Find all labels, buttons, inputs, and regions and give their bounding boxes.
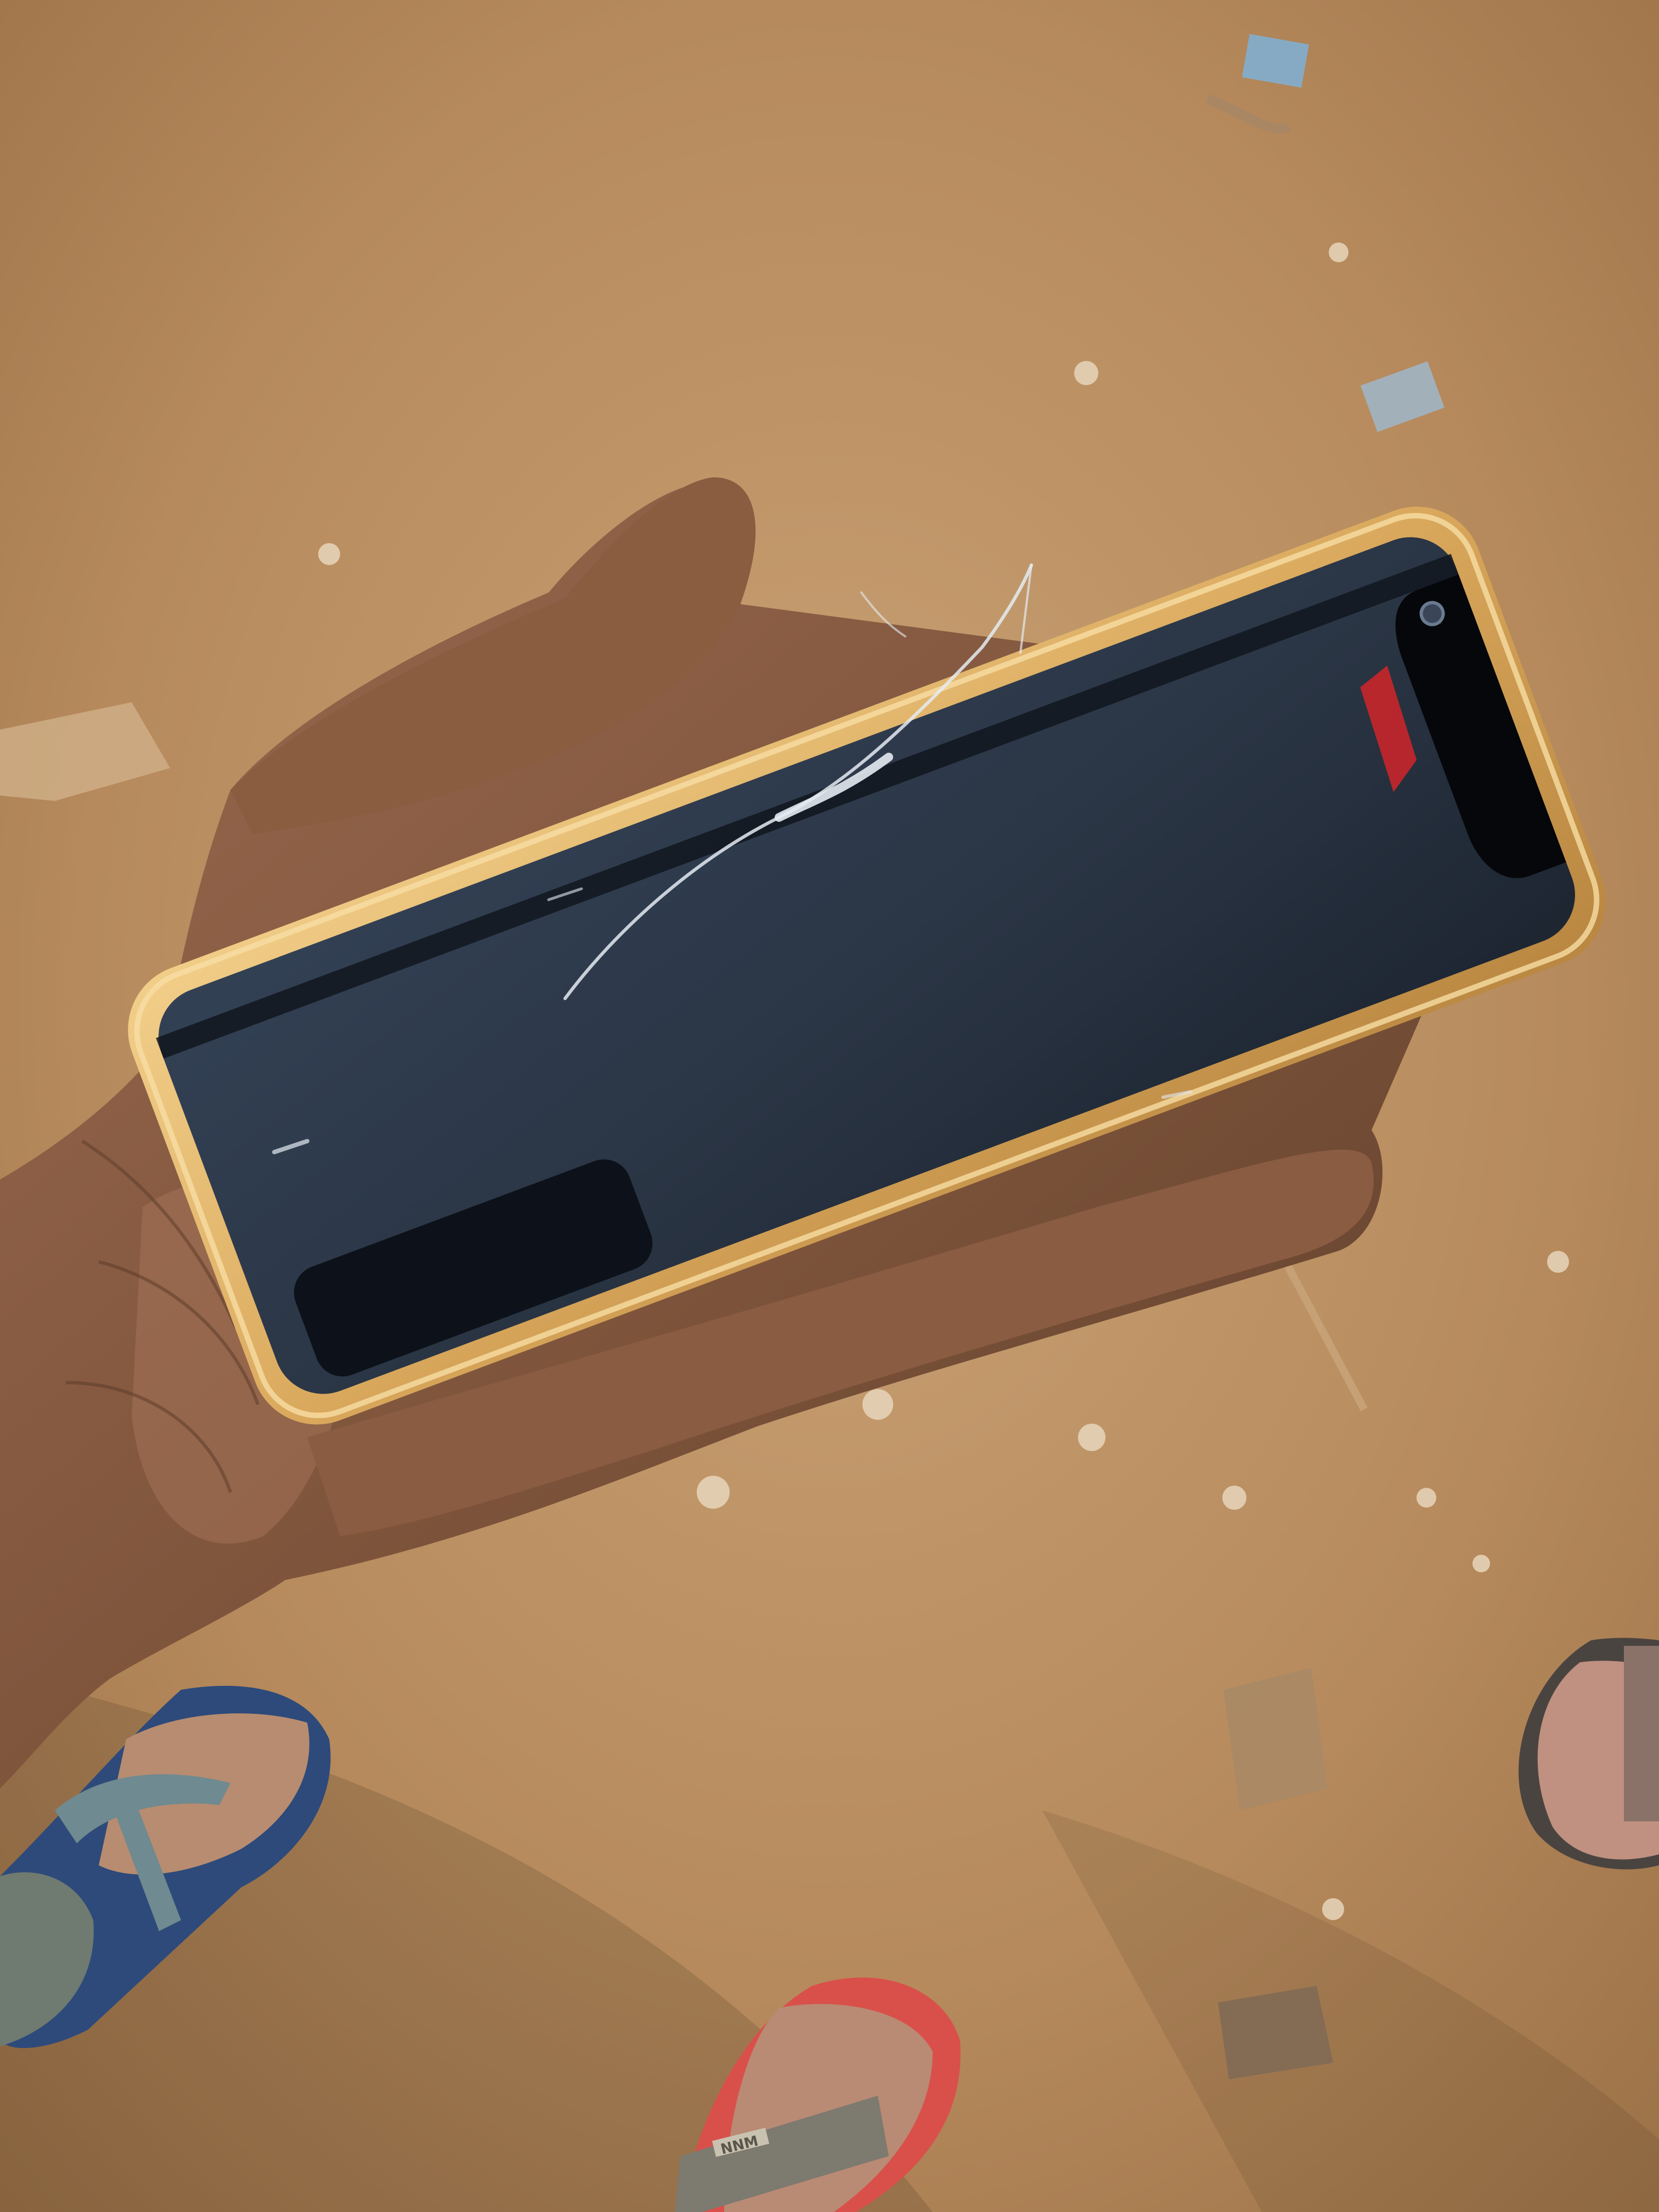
photo-scene: NNM	[0, 0, 1659, 2212]
